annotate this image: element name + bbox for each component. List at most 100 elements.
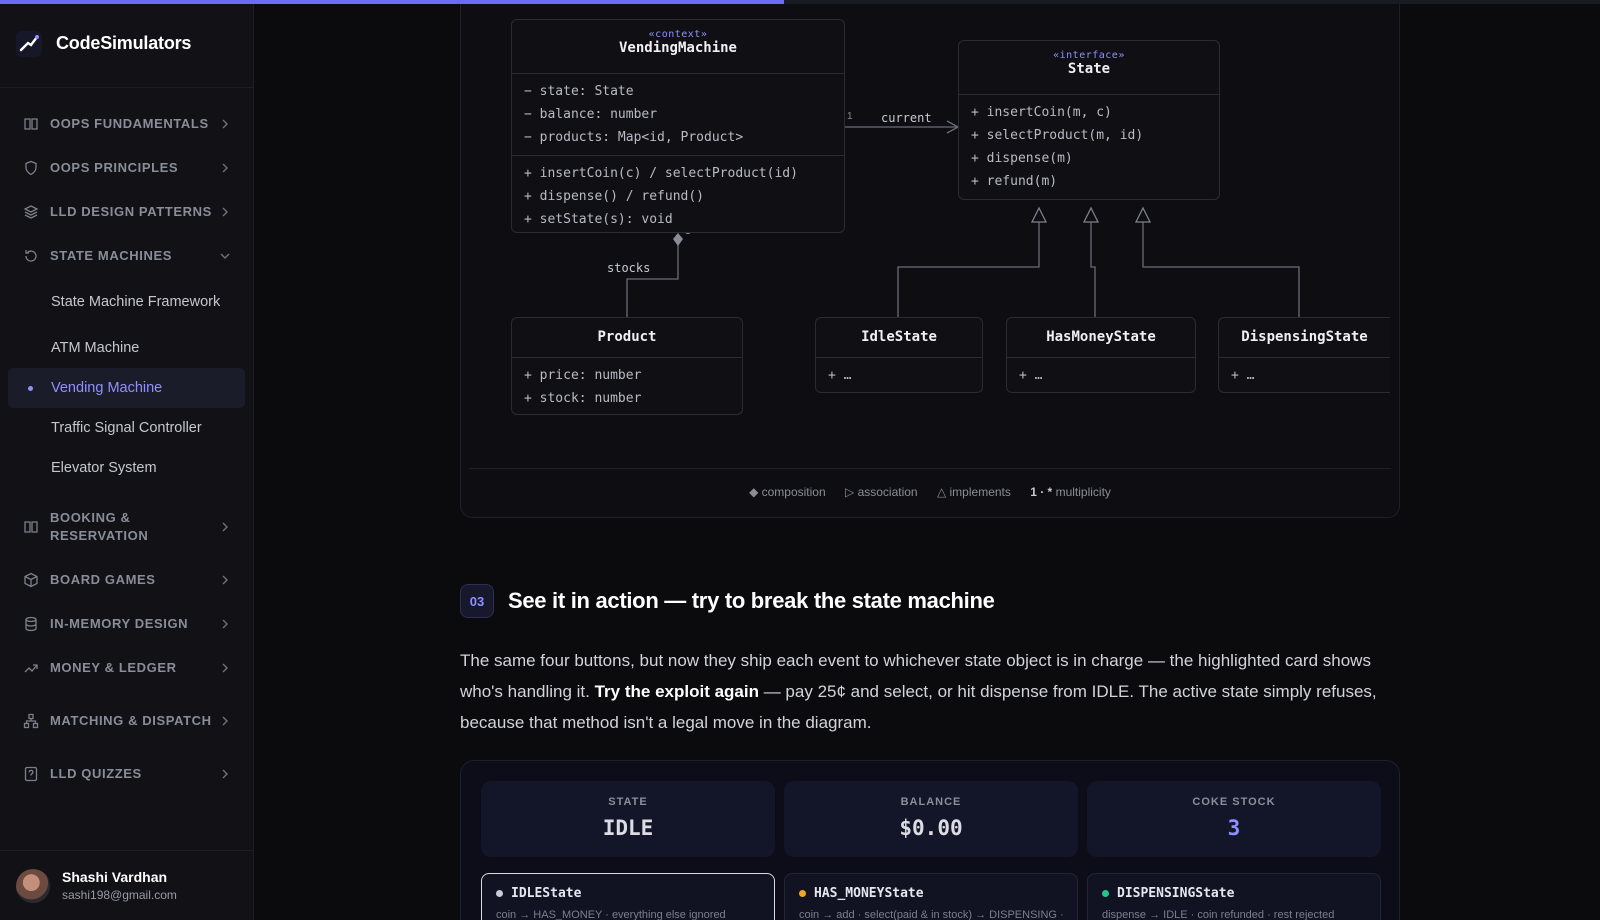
stat-label: COKE STOCK (1192, 796, 1276, 808)
uml-field: − products: Map<id, Product> (524, 130, 744, 145)
state-name: IDLEState (511, 886, 582, 901)
status-dot (496, 890, 503, 897)
diagram-legend: ◆ composition ▷ association △ implements… (469, 468, 1391, 499)
chevron-right-icon (222, 163, 228, 173)
refresh-icon (22, 247, 40, 265)
user-profile[interactable]: Shashi Vardhan sashi198@gmail.com (0, 850, 254, 920)
uml-field: − balance: number (524, 107, 658, 122)
uml-class-vendingmachine: «context» VendingMachine − state: State … (511, 19, 845, 233)
book-open-icon (22, 518, 40, 536)
uml-method: + selectProduct(m, id) (971, 128, 1144, 143)
state-description: coin → HAS_MONEY · everything else ignor… (496, 909, 726, 920)
uml-class-hasmoneystate: HasMoneyState + … (1006, 317, 1196, 393)
section-header: 03 See it in action — try to break the s… (460, 584, 995, 618)
state-description: dispense → IDLE · coin refunded · rest r… (1102, 909, 1335, 920)
stat-coke-stock: COKE STOCK 3 (1087, 781, 1381, 857)
state-name: HAS_MONEYState (814, 886, 924, 901)
brand[interactable]: CodeSimulators (0, 0, 253, 88)
sidebar-item-state-machine-framework[interactable]: State Machine Framework (8, 282, 245, 322)
simulator-card: STATE IDLE BALANCE $0.00 COKE STOCK 3 ID… (460, 760, 1400, 920)
uml-body: + … (1231, 368, 1255, 383)
section-number-badge: 03 (460, 584, 494, 618)
sidebar-section-board-games[interactable]: BOARD GAMES (0, 558, 253, 602)
sidebar-section-lld-quizzes[interactable]: LLD QUIZZES (0, 752, 253, 796)
chevron-right-icon (222, 716, 228, 726)
legend-composition: ◆ composition (749, 485, 826, 499)
sidebar-item-atm-machine[interactable]: ATM Machine (8, 328, 245, 368)
chevron-right-icon (222, 619, 228, 629)
stat-value: 3 (1227, 816, 1241, 840)
status-dot (1102, 890, 1109, 897)
legend-implements: △ implements (936, 485, 1011, 499)
cube-icon (22, 571, 40, 589)
uml-class-dispensingstate: DispensingState + … (1218, 317, 1390, 393)
state-card-has-money[interactable]: HAS_MONEYState coin → add · select(paid … (784, 873, 1078, 920)
avatar (16, 868, 50, 903)
sidebar-item-vending-machine[interactable]: Vending Machine (8, 368, 245, 408)
stat-balance: BALANCE $0.00 (784, 781, 1078, 857)
uml-method: + dispense() / refund() (524, 189, 705, 204)
uml-class-idlestate: IdleState + … (815, 317, 983, 393)
edge-multiplicity-left: 1 (847, 111, 853, 122)
trend-icon (22, 659, 40, 677)
sidebar-section-label: MONEY & LEDGER (50, 660, 177, 675)
uml-stereotype: «context» (648, 29, 708, 40)
status-dot (799, 890, 806, 897)
sidebar-section-oops-fundamentals[interactable]: OOPS FUNDAMENTALS (0, 102, 253, 146)
state-card-dispensing[interactable]: DISPENSINGState dispense → IDLE · coin r… (1087, 873, 1381, 920)
chevron-down-icon (220, 253, 230, 259)
state-description: coin → add · select(paid & in stock) → D… (799, 909, 1063, 920)
sidebar-item-elevator-system[interactable]: Elevator System (8, 448, 245, 488)
edge-label-current: current (881, 111, 932, 125)
sidebar-item-traffic-signal-controller[interactable]: Traffic Signal Controller (8, 408, 245, 448)
sidebar-section-label: STATE MACHINES (50, 248, 173, 263)
shield-icon (22, 159, 40, 177)
sidebar-section-label: MATCHING & DISPATCH (50, 713, 212, 728)
legend-multiplicity: 1 · * multiplicity (1030, 485, 1111, 499)
chevron-right-icon (222, 522, 228, 532)
uml-class-name: IdleState (861, 329, 937, 345)
book-icon (22, 115, 40, 133)
sidebar-section-label: LLD DESIGN PATTERNS (50, 204, 212, 219)
stat-state: STATE IDLE (481, 781, 775, 857)
uml-class-name: Product (597, 329, 657, 345)
sidebar-section-lld-design-patterns[interactable]: LLD DESIGN PATTERNS (0, 190, 253, 234)
reading-progress-bar (0, 0, 1600, 4)
uml-interface-state: «interface» State + insertCoin(m, c) + s… (958, 40, 1220, 200)
uml-class-name: VendingMachine (618, 40, 737, 56)
edge-label-stocks: stocks (607, 261, 651, 275)
database-icon (22, 615, 40, 633)
uml-method: + dispense(m) (971, 151, 1073, 166)
sidebar-section-in-memory-design[interactable]: IN-MEMORY DESIGN (0, 602, 253, 646)
sidebar-section-state-machines[interactable]: STATE MACHINES (0, 234, 253, 278)
sidebar-section-booking-reservation[interactable]: BOOKING & RESERVATION (0, 496, 253, 558)
section-description: The same four buttons, but now they ship… (460, 645, 1390, 738)
uml-class-product: Product + price: number + stock: number (511, 317, 743, 415)
uml-method: + refund(m) (971, 174, 1058, 189)
state-card-idle[interactable]: IDLEState coin → HAS_MONEY · everything … (481, 873, 775, 920)
chevron-right-icon (222, 119, 228, 129)
sidebar-section-money-ledger[interactable]: MONEY & LEDGER (0, 646, 253, 690)
brand-name: CodeSimulators (56, 33, 192, 53)
chevron-right-icon (222, 663, 228, 673)
reading-progress-fill (0, 0, 784, 4)
sidebar-section-oops-principles[interactable]: OOPS PRINCIPLES (0, 146, 253, 190)
sidebar: CodeSimulators OOPS FUNDAMENTALS OOPS PR… (0, 0, 254, 920)
sidebar-section-label: IN-MEMORY DESIGN (50, 616, 189, 631)
uml-field: − state: State (524, 84, 634, 99)
uml-diagram-card: current 1 1 stocks 1 * «context» Vending… (460, 0, 1400, 518)
chevron-right-icon (222, 575, 228, 585)
sidebar-section-matching-dispatch[interactable]: MATCHING & DISPATCH (0, 690, 253, 752)
state-machines-submenu: State Machine Framework ATM Machine Vend… (0, 278, 253, 496)
uml-method: + insertCoin(c) / selectProduct(id) (524, 166, 798, 181)
network-icon (22, 712, 40, 730)
uml-body: + … (1019, 368, 1043, 383)
description-bold: Try the exploit again (594, 682, 759, 701)
chevron-right-icon (222, 207, 228, 217)
stat-value: IDLE (602, 816, 654, 840)
uml-method: + insertCoin(m, c) (971, 105, 1112, 120)
user-name: Shashi Vardhan (62, 869, 168, 885)
sidebar-nav: OOPS FUNDAMENTALS OOPS PRINCIPLES LLD DE… (0, 88, 253, 796)
main-content: current 1 1 stocks 1 * «context» Vending… (254, 0, 1600, 920)
uml-field: + stock: number (524, 391, 642, 406)
